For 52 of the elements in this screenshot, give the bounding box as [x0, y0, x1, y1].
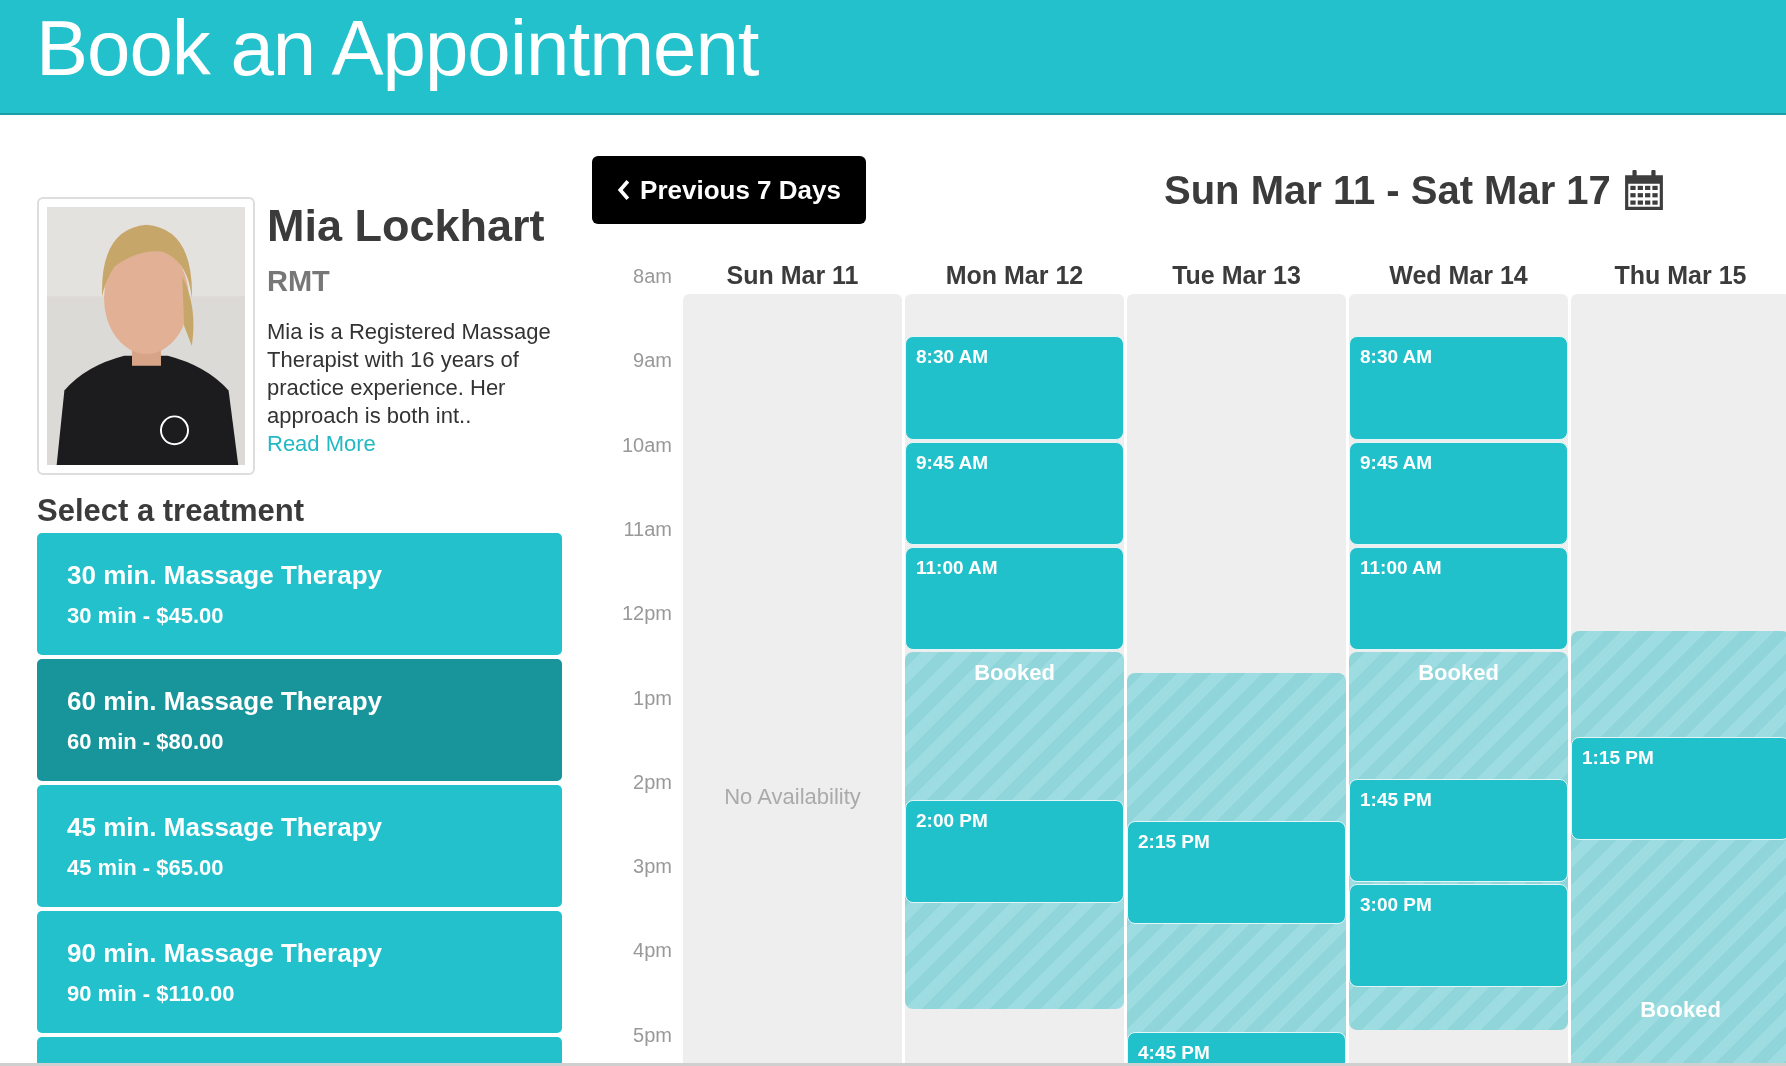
treatment-price: 60 min - $80.00 [67, 728, 224, 755]
hour-label: 11am [623, 516, 672, 541]
hour-label: 9am [633, 348, 672, 373]
time-slot[interactable]: 2:00 PM [905, 799, 1124, 904]
hour-label: 1pm [633, 685, 672, 710]
time-slot[interactable]: 1:45 PM [1349, 778, 1568, 883]
hour-label: 4pm [633, 938, 672, 963]
therapist-title: RMT [267, 264, 330, 298]
time-slot[interactable]: 8:30 AM [1349, 336, 1568, 440]
time-slot[interactable]: 1:15 PM [1571, 736, 1786, 840]
treatment-price: 45 min - $65.00 [67, 854, 224, 881]
treatment-card[interactable]: 90 min. Massage Therapy 90 min - $110.00 [37, 911, 562, 1033]
hour-label: 5pm [633, 1022, 672, 1047]
hour-label: 2pm [633, 769, 672, 794]
read-more-link[interactable]: Read More [267, 430, 376, 456]
time-slot[interactable]: 11:00 AM [905, 546, 1124, 651]
previous-days-button[interactable]: Previous 7 Days [592, 156, 866, 224]
time-slot[interactable]: 8:30 AM [905, 336, 1124, 440]
treatment-card[interactable]: 60 min. Massage Therapy 60 min - $80.00 [37, 659, 562, 781]
treatment-name: 30 min. Massage Therapy [67, 559, 383, 591]
treatment-card[interactable]: 45 min. Massage Therapy 45 min - $65.00 [37, 785, 562, 907]
therapist-bio: Mia is a Registered Massage Therapist with 16 years of practice experience. Her approach is both int.. Read More [267, 317, 552, 458]
booked-label: Booked [1417, 660, 1500, 687]
day-header: Wed Mar 14 [1388, 260, 1529, 291]
treatment-card[interactable]: 30 min. Massage Therapy 30 min - $45.00 [37, 533, 562, 655]
time-slot[interactable]: 3:00 PM [1349, 884, 1568, 988]
time-slot[interactable]: 2:15 PM [1127, 820, 1346, 925]
calendar-icon[interactable] [1622, 169, 1665, 211]
hour-label: 8am [633, 264, 672, 288]
day-header: Thu Mar 15 [1613, 260, 1748, 291]
booked-label: Booked [1639, 997, 1722, 1024]
treatment-price: 90 min - $110.00 [67, 980, 235, 1007]
treatment-name: 90 min. Massage Therapy [67, 937, 383, 969]
day-header: Tue Mar 13 [1171, 260, 1302, 291]
treatment-name: 60 min. Massage Therapy [67, 685, 383, 717]
no-availability-label: No Availability [723, 784, 862, 810]
time-slot[interactable]: 9:45 AM [1349, 441, 1568, 545]
therapist-name: Mia Lockhart [267, 201, 545, 251]
chevron-left-icon [617, 179, 631, 201]
hour-label: 12pm [621, 601, 672, 626]
treatment-price: 30 min - $45.00 [67, 602, 224, 629]
time-slot[interactable]: 9:45 AM [905, 441, 1124, 545]
treatment-name: 45 min. Massage Therapy [67, 811, 383, 843]
day-header: Mon Mar 12 [944, 260, 1085, 291]
time-slot[interactable]: 4:45 PM [1127, 1031, 1346, 1063]
date-range: Sun Mar 11 - Sat Mar 17 [1164, 167, 1611, 213]
day-header: Sun Mar 11 [725, 260, 860, 291]
hour-label: 3pm [633, 854, 672, 879]
section-heading: Select a treatment [37, 492, 306, 530]
hour-label: 10am [621, 432, 672, 457]
booked-label: Booked [973, 660, 1056, 687]
time-slot[interactable]: 11:00 AM [1349, 546, 1568, 651]
